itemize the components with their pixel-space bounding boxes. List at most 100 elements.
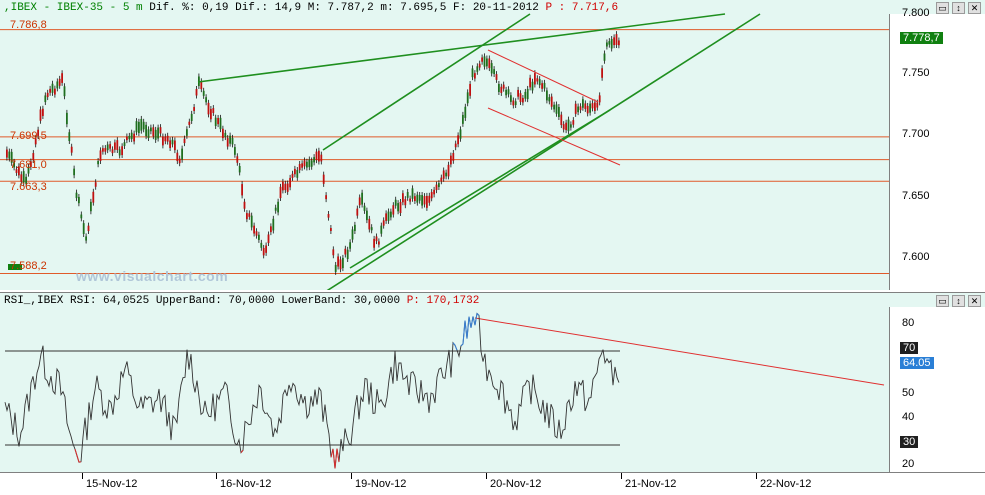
candle-body <box>260 242 263 248</box>
y-tick-label: 80 <box>902 317 915 329</box>
rsi-oversold-segment <box>334 448 338 469</box>
candle-body <box>130 132 133 140</box>
candle-body <box>514 101 517 105</box>
max-value: 7.787,2 <box>327 2 374 14</box>
candle-body <box>291 173 294 178</box>
candle-body <box>114 142 116 150</box>
candle-body <box>97 161 99 165</box>
candle-body <box>92 191 95 203</box>
candle-body <box>560 114 563 126</box>
rsi-overbought-segment <box>466 316 470 339</box>
rsi-overbought-segment <box>474 313 478 326</box>
candle-body <box>433 189 435 195</box>
dif-value: 14,9 <box>274 2 302 14</box>
y-tick-label: 7.800 <box>902 7 930 19</box>
restore-icon[interactable]: ▭ <box>936 2 949 14</box>
candle-body <box>459 129 462 139</box>
rsi-p-label: P: <box>406 295 420 307</box>
dif-label: Dif.: <box>235 2 269 14</box>
candle-body <box>322 174 325 184</box>
candle-body <box>126 136 128 141</box>
candle-body <box>250 215 253 228</box>
y-tick-label: 7.750 <box>902 67 930 79</box>
watermark: www.visualchart.com <box>76 268 229 284</box>
rsi-overbought-segment <box>460 343 464 347</box>
price-chart-pane[interactable]: ,IBEX - IBEX-35 - 5 m Dif. %: 0,19 Dif.:… <box>0 0 985 290</box>
rsi-oversold-segment <box>74 448 78 456</box>
candle-body <box>615 34 618 45</box>
candle-body <box>296 170 299 178</box>
candle-body <box>140 118 143 131</box>
candle-body <box>8 151 11 159</box>
candle-body <box>368 218 371 230</box>
candle-body <box>181 148 183 160</box>
candle-body <box>94 182 97 187</box>
candle-body <box>399 201 402 214</box>
candle-body <box>586 105 589 114</box>
resize-icon[interactable]: ↕ <box>952 2 965 14</box>
level-label: 7.681,0 <box>10 159 47 171</box>
candle-body <box>594 102 596 111</box>
candle-body <box>61 73 63 83</box>
candle-body <box>70 146 73 153</box>
candle-body <box>286 183 289 192</box>
candle-body <box>190 113 193 121</box>
close-icon[interactable]: ✕ <box>968 2 981 14</box>
candle-body <box>454 143 457 148</box>
candle-body <box>363 205 366 211</box>
price-y-axis[interactable]: 7.800 7.778,7 7.750 7.700 7.650 7.600 <box>889 7 985 290</box>
candle-body <box>123 142 126 146</box>
candle-body <box>390 211 392 218</box>
candle-body <box>526 88 529 100</box>
candle-body <box>500 86 503 93</box>
candle-body <box>517 89 519 97</box>
rsi-y-axis[interactable]: 80 70 64.05 50 40 30 20 <box>889 307 985 472</box>
candle-body <box>531 81 534 91</box>
y-tick-label: 50 <box>902 387 915 399</box>
candle-body <box>582 99 584 108</box>
resize-icon[interactable]: ↕ <box>952 295 965 307</box>
candle-body <box>327 214 330 218</box>
candle-body <box>54 88 56 95</box>
time-axis[interactable]: 15-Nov-12 16-Nov-12 19-Nov-12 20-Nov-12 … <box>0 472 985 495</box>
candle-body <box>121 146 123 156</box>
candle-body <box>183 138 186 144</box>
date-tick <box>756 473 757 479</box>
candle-body <box>608 41 611 45</box>
candle-body <box>118 149 121 156</box>
close-icon[interactable]: ✕ <box>968 295 981 307</box>
candle-body <box>430 192 433 199</box>
candle-body <box>44 95 47 103</box>
candle-body <box>104 148 107 152</box>
candle-body <box>284 183 287 191</box>
candle-body <box>572 120 575 125</box>
min-value: 7.695,5 <box>400 2 447 14</box>
rsi-overbought-segment <box>454 344 458 351</box>
candle-body <box>78 196 80 204</box>
candle-body <box>466 92 469 104</box>
level-label: 7.786,8 <box>10 19 47 31</box>
rsi-overbought-segment <box>462 320 466 344</box>
price-chart-canvas[interactable] <box>0 0 889 290</box>
candle-body <box>42 108 44 116</box>
restore-icon[interactable]: ▭ <box>936 295 949 307</box>
rsi-chart-canvas[interactable] <box>0 293 889 473</box>
candle-body <box>601 68 603 78</box>
candle-body <box>63 86 66 97</box>
candle-body <box>469 83 471 96</box>
candle-body <box>219 117 222 130</box>
candle-body <box>394 199 397 206</box>
candle-body <box>538 79 541 86</box>
candle-body <box>226 138 229 147</box>
candle-body <box>90 201 92 212</box>
candle-body <box>166 135 169 142</box>
candle-body <box>258 234 260 240</box>
rsi-oversold-segment <box>240 449 244 454</box>
rsi-indicator-pane[interactable]: RSI_,IBEX RSI: 64,0525 UpperBand: 70,000… <box>0 292 985 472</box>
candle-body <box>603 53 606 61</box>
candle-body <box>193 107 195 111</box>
candle-body <box>344 248 347 255</box>
candle-body <box>87 225 90 232</box>
candle-body <box>445 172 447 177</box>
candle-body <box>462 114 464 124</box>
